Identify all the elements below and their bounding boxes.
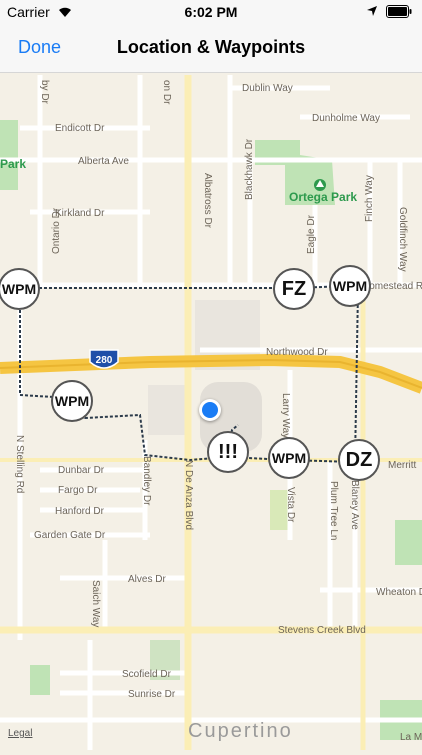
waypoint-marker-wpm[interactable]: WPM [51, 380, 93, 422]
svg-text:280: 280 [96, 355, 113, 366]
street-label: Finch Way [364, 175, 375, 222]
waypoint-marker-wpm[interactable]: WPM [268, 437, 310, 479]
street-label: Goldfinch Way [397, 207, 408, 272]
status-bar: Carrier 6:02 PM [0, 0, 422, 24]
street-label: Northwood Dr [266, 347, 328, 358]
alert-marker[interactable]: !!! [207, 431, 249, 473]
street-label: Fargo Dr [58, 485, 98, 496]
street-label: Dunbar Dr [58, 465, 105, 476]
street-label: La Ma [400, 732, 422, 743]
battery-icon [386, 5, 412, 18]
navigation-bar: Done Location & Waypoints [0, 24, 422, 73]
status-time: 6:02 PM [184, 4, 238, 20]
city-label: Cupertino [188, 720, 293, 742]
park-pin-icon [314, 179, 326, 191]
street-label: Ontario Dr [51, 207, 62, 254]
street-label: Bandley Dr [141, 456, 152, 506]
street-label: Endicott Dr [55, 123, 105, 134]
street-label: Kirkland Dr [55, 208, 105, 219]
street-label: Alves Dr [128, 574, 166, 585]
street-label: Alberta Ave [78, 156, 129, 167]
street-label: N De Anza Blvd [183, 460, 194, 530]
waypoint-marker-fz[interactable]: FZ [273, 268, 315, 310]
highway-shield-icon: 280 [89, 349, 119, 369]
street-label: Hanford Dr [55, 506, 105, 517]
legal-link[interactable]: Legal [8, 728, 32, 739]
waypoint-marker-wpm[interactable]: WPM [0, 268, 40, 310]
street-label: Vista Dr [285, 487, 296, 523]
street-label: Wheaton Dr [376, 587, 422, 598]
park-area-east [395, 520, 422, 565]
street-label: Sunrise Dr [128, 689, 176, 700]
street-label: on Dr [161, 80, 172, 105]
street-label: Blaney Ave [349, 480, 360, 530]
street-label: Saich Way [90, 580, 101, 627]
street-label: Homestead Rd [362, 281, 422, 292]
street-label: Merritt [388, 460, 417, 471]
street-label: by Dr [39, 80, 50, 105]
waypoint-marker-wpm[interactable]: WPM [329, 265, 371, 307]
park-area-west [0, 120, 18, 190]
street-label: Dublin Way [242, 83, 293, 94]
street-label: Stevens Creek Blvd [278, 625, 366, 636]
street-label: Dunholme Way [312, 113, 380, 124]
location-arrow-icon [367, 6, 377, 16]
street-label: Plum Tree Ln [328, 481, 339, 540]
street-label: Scofield Dr [122, 669, 172, 680]
street-label: Larry Way [280, 393, 291, 438]
current-location-icon [199, 399, 221, 421]
street-label: Blackhawk Dr [244, 138, 255, 200]
street-label: Eagle Dr [306, 214, 317, 254]
page-title: Location & Waypoints [116, 37, 306, 57]
street-label: Albatross Dr [202, 173, 213, 229]
map-view[interactable]: 280 Dublin Way Dunholme Way Endicott Dr … [0, 72, 422, 750]
park-label: Ortega Park [289, 190, 357, 204]
street-label: Garden Gate Dr [34, 530, 106, 541]
waypoint-marker-dz[interactable]: DZ [338, 439, 380, 481]
park-label: Park [0, 157, 26, 171]
street-label: N Stelling Rd [14, 435, 25, 493]
